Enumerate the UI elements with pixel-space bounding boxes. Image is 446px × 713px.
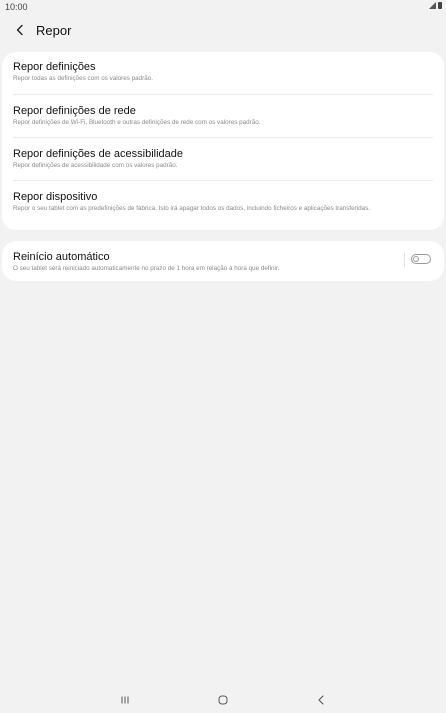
recents-icon	[121, 696, 129, 704]
reset-settings-item[interactable]: Repor definições Repor todas as definiçõ…	[2, 52, 444, 94]
reset-accessibility-settings-item[interactable]: Repor definições de acessibilidade Repor…	[2, 138, 444, 180]
reset-device-item[interactable]: Repor dispositivo Repor o seu tablet com…	[2, 181, 444, 230]
reset-options-card: Repor definições Repor todas as definiçõ…	[2, 52, 444, 230]
reset-settings-title: Repor definições	[13, 61, 96, 73]
signal-icon	[429, 2, 436, 9]
reset-accessibility-settings-description: Repor definições de acessibilidade com o…	[13, 162, 178, 169]
navigation-bar	[0, 686, 446, 713]
auto-restart-item[interactable]: Reinício automático O seu tablet será re…	[2, 241, 444, 273]
auto-restart-card[interactable]: Reinício automático O seu tablet será re…	[2, 241, 444, 281]
toggle-separator	[404, 253, 405, 267]
reset-settings-description: Repor todas as definições com os valores…	[13, 75, 154, 82]
recents-button[interactable]	[116, 692, 134, 708]
status-time: 10:00	[5, 2, 28, 12]
reset-accessibility-settings-title: Repor definições de acessibilidade	[13, 148, 183, 160]
home-button[interactable]	[214, 692, 232, 708]
app-header: Repor	[0, 16, 446, 44]
back-button[interactable]	[8, 18, 32, 42]
auto-restart-description: O seu tablet será reiniciado automaticam…	[13, 265, 280, 272]
chevron-left-icon	[16, 24, 23, 36]
back-icon	[318, 695, 324, 705]
page-title: Repor	[36, 22, 72, 38]
reset-network-settings-title: Repor definições de rede	[13, 105, 136, 117]
toggle-knob	[413, 256, 419, 262]
reset-device-title: Repor dispositivo	[13, 191, 98, 203]
reset-device-description: Repor o seu tablet com as predefinições …	[13, 205, 371, 212]
status-bar: 10:00	[0, 0, 446, 14]
auto-restart-toggle[interactable]	[411, 254, 431, 264]
reset-network-settings-description: Repor definições de Wi-Fi, Bluetooth e o…	[13, 119, 261, 126]
auto-restart-title: Reinício automático	[13, 251, 110, 263]
reset-network-settings-item[interactable]: Repor definições de rede Repor definiçõe…	[2, 95, 444, 137]
status-icons	[429, 2, 442, 9]
battery-icon	[438, 2, 442, 9]
home-icon	[218, 695, 228, 705]
nav-back-button[interactable]	[312, 692, 330, 708]
